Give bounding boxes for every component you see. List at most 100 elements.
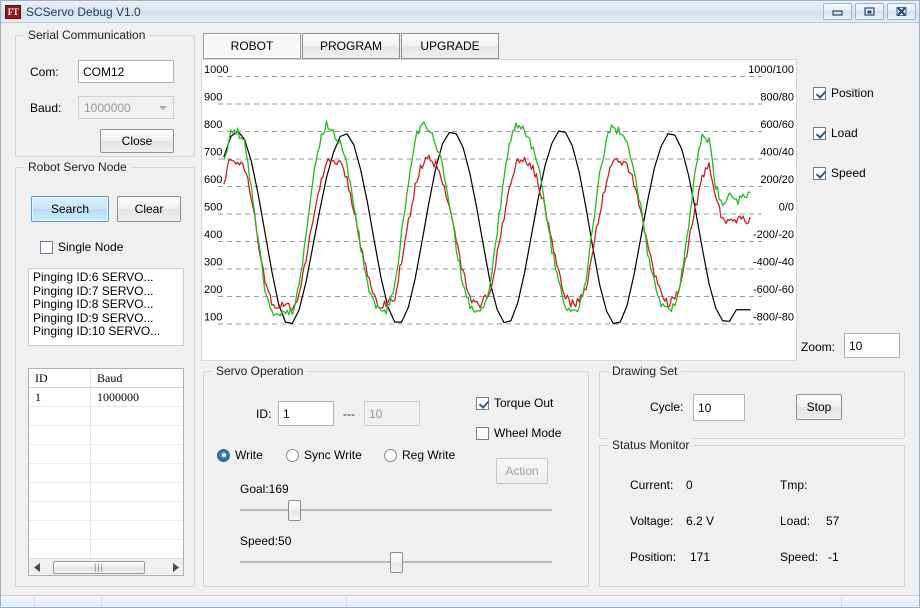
- table-row-empty[interactable]: [29, 426, 183, 445]
- servo-id-end-input[interactable]: 10: [364, 401, 420, 426]
- svg-text:200/20: 200/20: [760, 174, 794, 186]
- speed-checkbox[interactable]: Speed: [813, 166, 866, 180]
- zoom-input[interactable]: 10: [844, 333, 900, 358]
- minimize-button[interactable]: [823, 3, 852, 20]
- list-item: Pinging ID:10 SERVO...: [33, 324, 161, 339]
- position-label: Position:: [630, 550, 677, 564]
- servo-id-label: ID:: [256, 407, 272, 421]
- torque-out-checkbox[interactable]: Torque Out: [476, 396, 553, 410]
- table-row-empty[interactable]: [29, 464, 183, 483]
- chart-line-load: [223, 154, 751, 312]
- scroll-left-icon[interactable]: [29, 560, 45, 575]
- title-bar: FT SCServo Debug V1.0: [1, 1, 919, 23]
- speed-slider[interactable]: [240, 551, 552, 573]
- wheel-mode-checkbox[interactable]: Wheel Mode: [476, 426, 561, 440]
- clear-button[interactable]: Clear: [117, 196, 181, 222]
- action-button[interactable]: Action: [496, 458, 548, 484]
- speed-slider-thumb[interactable]: [390, 552, 403, 573]
- servo-id-input[interactable]: 1: [278, 401, 334, 426]
- cycle-input[interactable]: 10: [693, 394, 745, 421]
- id-range-separator: ---: [343, 407, 355, 421]
- single-node-label: Single Node: [58, 240, 124, 254]
- svg-text:-800/-80: -800/-80: [753, 312, 794, 324]
- single-node-checkbox[interactable]: Single Node: [40, 240, 123, 254]
- current-label: Current:: [630, 478, 674, 492]
- chart-left-axis-labels: 1000 900 800 700 600 500 400 300 200 100: [204, 64, 228, 324]
- window-title: SCServo Debug V1.0: [26, 4, 141, 19]
- radio-sync-write-label: Sync Write: [304, 448, 362, 462]
- tab-upgrade[interactable]: UPGRADE: [401, 33, 499, 59]
- load-checkbox-label: Load: [831, 126, 858, 140]
- cycle-label: Cycle:: [650, 400, 684, 414]
- maximize-button[interactable]: [855, 3, 884, 20]
- torque-out-label: Torque Out: [494, 396, 554, 410]
- com-input[interactable]: COM12: [78, 60, 174, 83]
- load-checkbox-box: [813, 126, 826, 140]
- table-row-empty[interactable]: [29, 445, 183, 464]
- ping-log-list[interactable]: Pinging ID:6 SERVO... Pinging ID:7 SERVO…: [28, 268, 184, 346]
- serial-communication-group: Serial Communication Com: COM12 Baud: 10…: [15, 28, 195, 157]
- svg-text:300: 300: [204, 257, 222, 269]
- goal-slider-thumb[interactable]: [288, 500, 301, 521]
- chevron-down-icon: [159, 105, 167, 110]
- svg-text:1000/100: 1000/100: [748, 64, 794, 76]
- tab-robot[interactable]: ROBOT: [203, 33, 301, 59]
- status-monitor-legend: Status Monitor: [608, 438, 694, 452]
- wheel-mode-label: Wheel Mode: [494, 426, 562, 440]
- position-value: 171: [690, 550, 711, 564]
- status-bar: [1, 595, 919, 607]
- radio-write[interactable]: Write: [217, 448, 263, 462]
- column-header-id: ID: [29, 369, 91, 387]
- robot-servo-node-group: Robot Servo Node Search Clear Single Nod…: [15, 160, 195, 587]
- table-row-empty[interactable]: [29, 540, 183, 559]
- close-serial-button[interactable]: Close: [100, 129, 174, 153]
- baud-select[interactable]: 1000000: [78, 96, 174, 119]
- scrollbar-thumb[interactable]: |||: [53, 560, 145, 574]
- table-row-empty[interactable]: [29, 483, 183, 502]
- table-horizontal-scrollbar[interactable]: |||: [29, 558, 183, 575]
- svg-text:800: 800: [204, 119, 222, 131]
- svg-text:600: 600: [204, 174, 222, 186]
- stop-button[interactable]: Stop: [796, 394, 842, 420]
- chart-line-speed: [223, 120, 751, 317]
- servo-node-table[interactable]: ID Baud 1 1000000 |||: [28, 368, 184, 576]
- svg-text:-600/-60: -600/-60: [753, 284, 794, 296]
- chart-right-axis-labels: 1000/100 800/80 600/60 400/40 200/20 0/0 -200/…: [748, 64, 794, 324]
- close-button[interactable]: [887, 3, 916, 20]
- radio-write-dot: [217, 448, 230, 462]
- application-window: FT SCServo Debug V1.0 Serial Communicati…: [0, 0, 920, 608]
- table-row[interactable]: 1 1000000: [29, 388, 183, 407]
- speed-status-label: Speed:: [780, 550, 819, 564]
- goal-slider[interactable]: [240, 499, 552, 521]
- scrollbar-track[interactable]: |||: [45, 560, 167, 575]
- svg-text:1000: 1000: [204, 64, 228, 76]
- table-row-empty[interactable]: [29, 407, 183, 426]
- load-value: 57: [826, 514, 840, 528]
- position-checkbox-box: [813, 86, 826, 100]
- goal-slider-track: [240, 509, 552, 511]
- app-logo-icon: FT: [5, 4, 21, 19]
- radio-sync-write[interactable]: Sync Write: [286, 448, 362, 462]
- svg-text:800/80: 800/80: [760, 92, 794, 104]
- search-button[interactable]: Search: [31, 196, 109, 222]
- tab-program[interactable]: PROGRAM: [302, 33, 400, 59]
- svg-text:500: 500: [204, 202, 222, 214]
- position-checkbox[interactable]: Position: [813, 86, 874, 100]
- baud-label: Baud:: [30, 101, 62, 115]
- list-item: Pinging ID:7 SERVO...: [33, 283, 154, 298]
- zoom-label: Zoom:: [801, 340, 836, 354]
- speed-status-value: -1: [828, 550, 839, 564]
- load-checkbox[interactable]: Load: [813, 126, 858, 140]
- radio-reg-write[interactable]: Reg Write: [384, 448, 455, 462]
- scroll-right-icon[interactable]: [167, 560, 183, 575]
- svg-text:-200/-20: -200/-20: [753, 229, 794, 241]
- radio-write-label: Write: [235, 448, 263, 462]
- torque-out-checkbox-box: [476, 396, 489, 410]
- table-row-empty[interactable]: [29, 502, 183, 521]
- load-label: Load:: [780, 514, 811, 528]
- com-label: Com:: [30, 65, 59, 79]
- table-row-empty[interactable]: [29, 521, 183, 540]
- tmp-label: Tmp:: [780, 478, 808, 492]
- servo-waveform-chart[interactable]: 1000 900 800 700 600 500 400 300 200 100 1000/100…: [201, 59, 797, 361]
- chart-series-paths: [223, 120, 751, 325]
